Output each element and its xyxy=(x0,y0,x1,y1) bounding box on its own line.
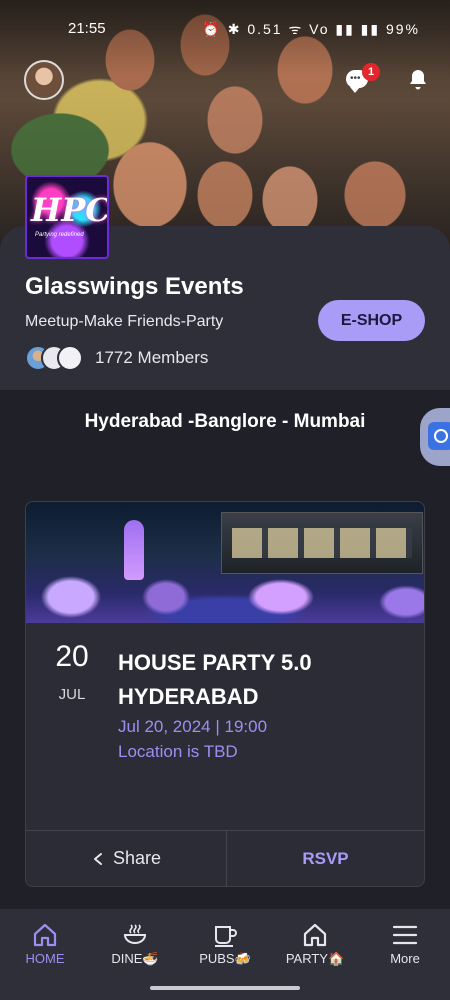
user-avatar[interactable] xyxy=(24,60,64,100)
nav-label: PARTY🏠 xyxy=(285,951,345,966)
nav-label: PUBS🍻 xyxy=(199,951,251,966)
flamingo-float-shape xyxy=(124,520,144,580)
share-icon xyxy=(93,852,102,865)
nav-home[interactable]: HOME xyxy=(0,909,90,984)
nav-dine[interactable]: DINE🍜 xyxy=(90,909,180,984)
nav-label: DINE🍜 xyxy=(111,951,159,966)
event-datetime: Jul 20, 2024 | 19:00 xyxy=(118,717,268,736)
group-tagline: Meetup-Make Friends-Party xyxy=(25,313,224,330)
nav-more[interactable]: More xyxy=(360,909,450,984)
share-button[interactable]: Share xyxy=(26,831,226,886)
menu-icon xyxy=(392,925,418,945)
event-day: 20 xyxy=(55,640,89,673)
rsvp-button[interactable]: RSVP xyxy=(227,831,424,886)
bell-icon[interactable] xyxy=(406,68,430,97)
event-card[interactable]: 20 JUL HOUSE PARTY 5.0 HYDERABAD Jul 20,… xyxy=(25,501,425,887)
members-row[interactable]: 1772 Members xyxy=(25,345,208,371)
cup-icon xyxy=(215,926,237,947)
nav-pubs[interactable]: PUBS🍻 xyxy=(180,909,270,984)
status-icons: ⏰ ✱ 0.51 ᯤ Vo ▮▮ ▮▮ 99% xyxy=(202,21,420,37)
event-image xyxy=(26,502,424,623)
status-time: 21:55 xyxy=(68,20,106,37)
event-location: Location is TBD xyxy=(118,742,238,761)
home-icon xyxy=(33,923,57,947)
event-title[interactable]: HOUSE PARTY 5.0 HYDERABAD xyxy=(118,646,408,714)
lens-icon xyxy=(428,422,450,450)
floating-scan-tab[interactable] xyxy=(420,408,450,466)
status-bar: 21:55 ⏰ ✱ 0.51 ᯤ Vo ▮▮ ▮▮ 99% xyxy=(0,20,450,42)
villa-shape xyxy=(221,512,423,574)
steaming-bowl-icon xyxy=(123,924,147,944)
eshop-button[interactable]: E-SHOP xyxy=(318,300,425,341)
nav-label: More xyxy=(390,951,420,966)
notification-badge: 1 xyxy=(362,63,380,81)
logo-text: HPC xyxy=(31,191,109,229)
group-name: Glasswings Events xyxy=(25,273,244,300)
group-logo: HPC Partying redefined xyxy=(25,175,109,259)
nav-party[interactable]: PARTY🏠 xyxy=(270,909,360,984)
members-count: 1772 Members xyxy=(95,348,209,367)
home-indicator[interactable] xyxy=(150,986,300,990)
event-month: JUL xyxy=(58,686,86,703)
logo-tagline: Partying redefined xyxy=(35,232,84,238)
member-avatar xyxy=(57,345,83,371)
share-label: Share xyxy=(112,848,162,868)
nav-label: HOME xyxy=(25,951,65,966)
home-icon xyxy=(303,923,327,947)
cities-heading: Hyderabad -Banglore - Mumbai xyxy=(84,411,366,432)
